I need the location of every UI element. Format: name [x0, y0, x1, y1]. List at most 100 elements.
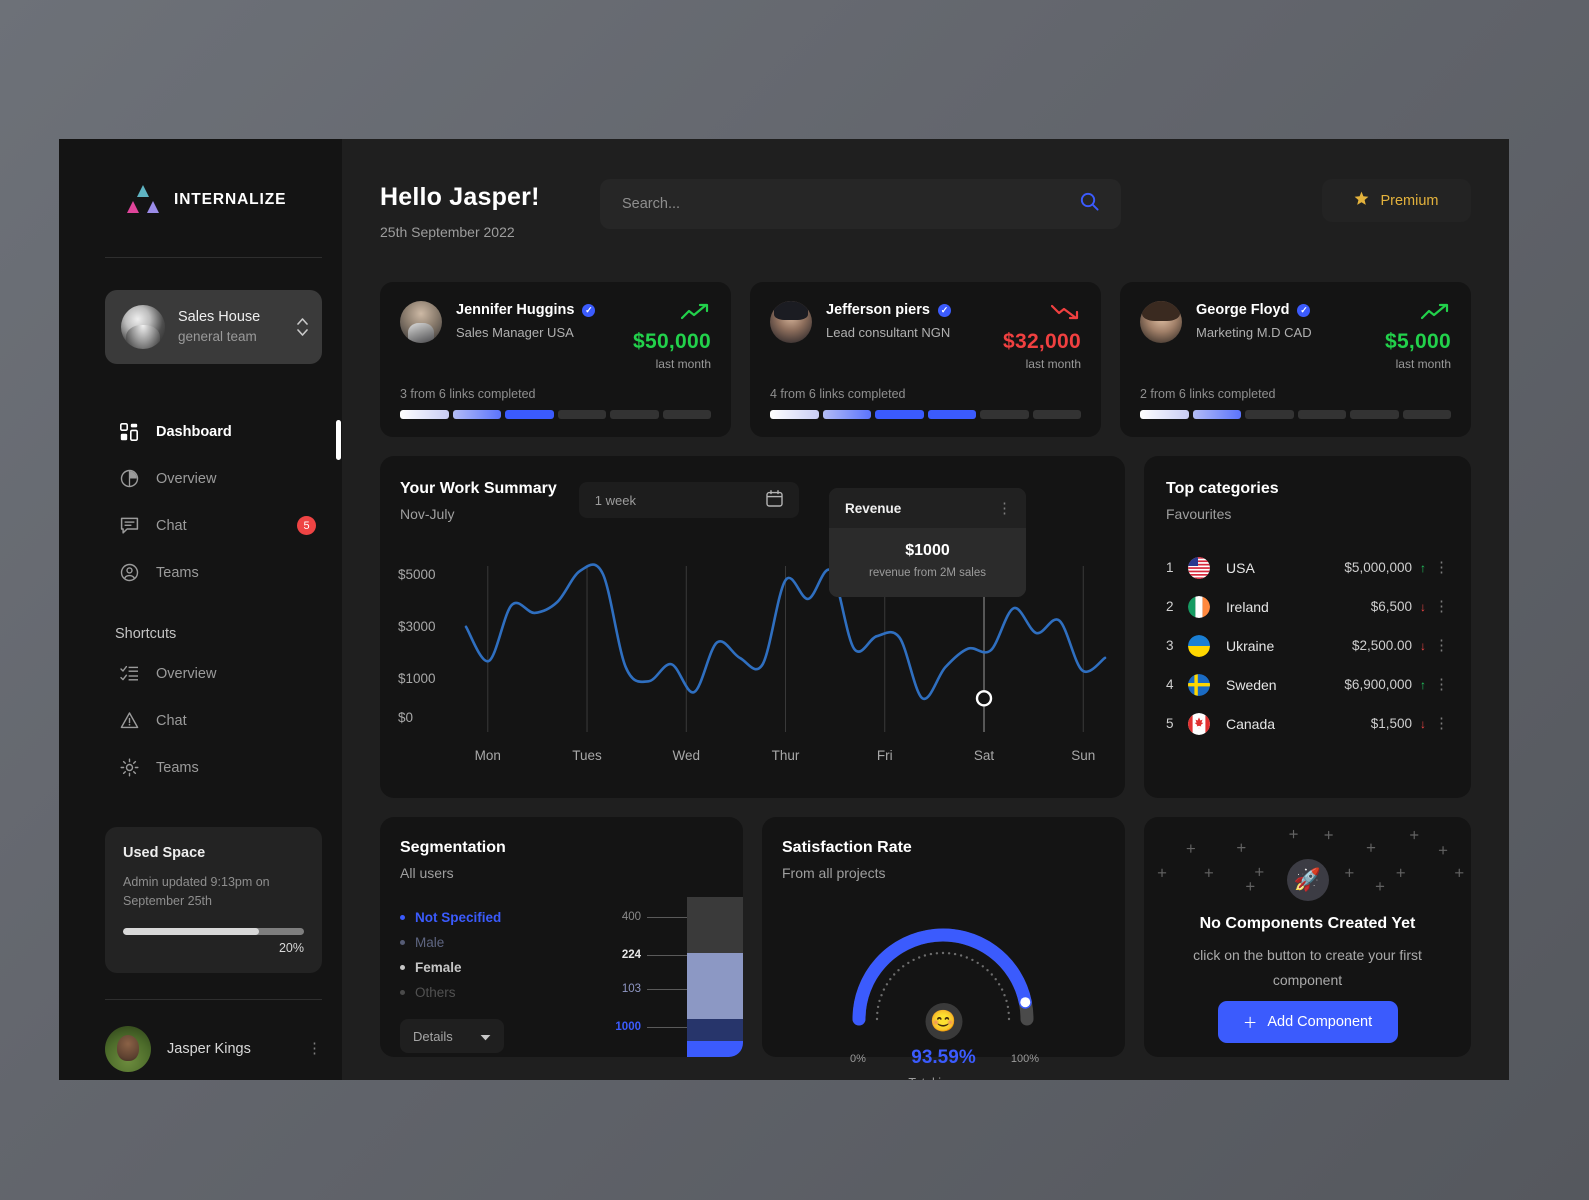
search-input[interactable]	[622, 196, 1080, 212]
shortcut-item-teams[interactable]: Teams	[59, 744, 342, 791]
star-icon	[1376, 883, 1383, 890]
person-card[interactable]: George Floyd ✓ Marketing M.D CAD $5,000 …	[1120, 282, 1471, 437]
kebab-menu-icon[interactable]: ⋮	[307, 1044, 322, 1053]
gauge-tick-dot	[982, 965, 984, 967]
person-amount: $32,000	[1003, 330, 1081, 353]
table-row[interactable]: 2Ireland$6,500↓⋮	[1166, 587, 1449, 626]
verified-badge-icon: ✓	[938, 304, 951, 317]
sidebar-item-overview[interactable]: Overview	[59, 455, 342, 502]
shortcut-item-chat[interactable]: Chat	[59, 697, 342, 744]
gauge-tick-dot	[883, 988, 885, 990]
top-categories-panel: Top categories Favourites 1USA$5,000,000…	[1144, 456, 1471, 798]
person-period: last month	[633, 357, 711, 371]
table-row[interactable]: 3Ukraine$2,500.00↓⋮	[1166, 626, 1449, 665]
satisfaction-title: Satisfaction Rate	[782, 839, 1105, 857]
person-amount: $5,000	[1385, 330, 1451, 353]
premium-label: Premium	[1380, 193, 1438, 209]
table-row[interactable]: 4Sweden$6,900,000↑⋮	[1166, 665, 1449, 704]
person-period: last month	[1385, 357, 1451, 371]
search-icon[interactable]	[1080, 192, 1099, 216]
kebab-menu-icon[interactable]: ⋮	[1434, 680, 1449, 689]
person-name-row: Jefferson piers ✓	[826, 302, 1003, 318]
table-row[interactable]: 1USA$5,000,000↑⋮	[1166, 548, 1449, 587]
team-name: Sales House	[178, 308, 284, 328]
person-amount: $50,000	[633, 330, 711, 353]
gauge-knob[interactable]	[1020, 997, 1030, 1007]
star-icon	[1456, 869, 1463, 876]
sidebar-item-teams[interactable]: Teams	[59, 549, 342, 596]
team-switcher[interactable]: Sales House general team	[105, 290, 322, 364]
y-axis-tick: $3000	[398, 619, 436, 634]
person-card[interactable]: Jefferson piers ✓ Lead consultant NGN $3…	[750, 282, 1101, 437]
sidebar-item-dashboard[interactable]: Dashboard	[59, 408, 342, 455]
empty-state-subtitle: click on the button to create your first…	[1184, 943, 1431, 992]
shortcut-item-label: Teams	[156, 760, 199, 776]
kebab-menu-icon[interactable]: ⋮	[1434, 602, 1449, 611]
add-component-button[interactable]: ＋ Add Component	[1218, 1001, 1398, 1043]
category-value: $5,000,000	[1344, 560, 1412, 575]
kebab-menu-icon[interactable]: ⋮	[1434, 641, 1449, 650]
team-avatar	[121, 305, 165, 349]
premium-button[interactable]: Premium	[1322, 179, 1471, 222]
gauge-tick-dot	[954, 953, 956, 955]
sidebar-user[interactable]: Jasper Kings ⋮	[105, 1026, 322, 1072]
person-name-row: George Floyd ✓	[1196, 302, 1385, 318]
chat-badge: 5	[297, 516, 316, 535]
sidebar-item-chat[interactable]: Chat 5	[59, 502, 342, 549]
progress-segment	[980, 410, 1029, 419]
trend-up-icon	[1385, 303, 1451, 324]
gauge-tick-dot	[1007, 1006, 1009, 1008]
used-space-progress-fill	[123, 928, 259, 935]
sidebar-item-label: Dashboard	[156, 424, 232, 440]
gauge-tick-dot	[1008, 1012, 1010, 1014]
chart-marker[interactable]	[977, 691, 991, 705]
sidebar-scroll-indicator[interactable]	[336, 420, 341, 460]
satisfaction-percent: 93.59%	[911, 1047, 975, 1069]
star-icon	[1158, 869, 1165, 876]
y-axis-tick: $1000	[398, 671, 436, 686]
period-label: 1 week	[595, 493, 636, 508]
chevron-updown-icon[interactable]	[297, 318, 308, 336]
gauge-tick-dot	[876, 1012, 878, 1014]
progress-segment	[1140, 410, 1189, 419]
tooltip-value: $1000	[839, 542, 1016, 560]
gauge-tick-dot	[936, 952, 938, 954]
top-categories-title: Top categories	[1166, 480, 1449, 498]
plus-icon: ＋	[1243, 1012, 1258, 1033]
kebab-menu-icon[interactable]: ⋮	[1434, 563, 1449, 572]
search-bar[interactable]	[600, 179, 1121, 229]
sidebar: INTERNALIZE Sales House general team	[59, 139, 342, 1080]
period-selector[interactable]: 1 week	[579, 482, 799, 518]
bar-value-label: 400	[622, 911, 687, 923]
y-axis-tick: $5000	[398, 567, 436, 582]
shortcut-item-overview[interactable]: Overview	[59, 650, 342, 697]
sidebar-item-label: Overview	[156, 471, 216, 487]
kebab-menu-icon[interactable]: ⋮	[997, 504, 1012, 513]
gauge-tick-dot	[948, 952, 950, 954]
gauge-tick-dot	[998, 983, 1000, 985]
usa-flag	[1188, 557, 1210, 579]
progress-segment	[1298, 410, 1347, 419]
legend-label: Female	[415, 960, 462, 975]
person-name: George Floyd	[1196, 302, 1289, 318]
trend-up-icon: ↑	[1412, 678, 1434, 692]
kebab-menu-icon[interactable]: ⋮	[1434, 719, 1449, 728]
verified-badge-icon: ✓	[582, 304, 595, 317]
person-role: Sales Manager USA	[456, 325, 633, 340]
category-name: Canada	[1226, 716, 1371, 732]
table-row[interactable]: 5Canada$1,500↓⋮	[1166, 704, 1449, 743]
sidebar-divider-bottom	[105, 999, 322, 1000]
progress-segment	[558, 410, 607, 419]
y-axis-tick: $0	[398, 710, 413, 725]
person-progress	[1140, 410, 1451, 419]
used-space-title: Used Space	[123, 845, 304, 861]
category-value: $6,900,000	[1344, 677, 1412, 692]
page-title: Hello Jasper!	[380, 183, 600, 212]
details-button[interactable]: Details	[400, 1019, 504, 1053]
satisfaction-gauge: 😊 93.59% Total increse 0% 100%	[762, 895, 1125, 1045]
person-card[interactable]: Jennifer Huggins ✓ Sales Manager USA $50…	[380, 282, 731, 437]
empty-state-title: No Components Created Yet	[1144, 915, 1471, 933]
category-name: Sweden	[1226, 677, 1344, 693]
star-icon	[1238, 844, 1245, 851]
gauge-tick-dot	[1008, 1018, 1010, 1020]
